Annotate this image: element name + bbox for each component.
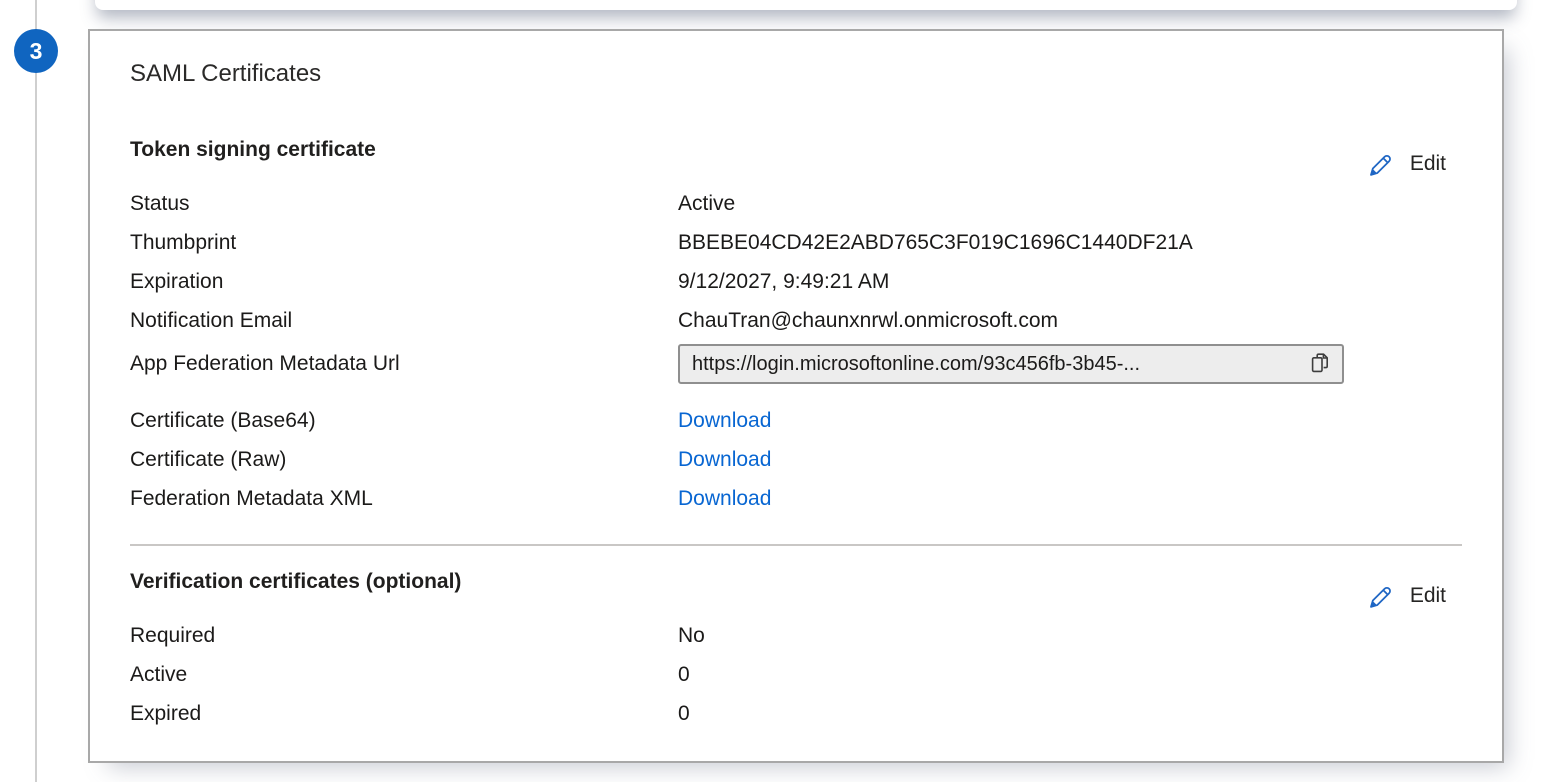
row-label: Expiration bbox=[130, 270, 678, 294]
pencil-icon bbox=[1367, 150, 1395, 178]
row-label: Notification Email bbox=[130, 309, 678, 333]
row-label: Federation Metadata XML bbox=[130, 487, 678, 511]
verification-certificates-section: Verification certificates (optional) Edi… bbox=[130, 568, 1462, 733]
table-row: Notification Email ChauTran@chaunxnrwl.o… bbox=[130, 301, 1462, 340]
table-row: Federation Metadata XML Download bbox=[130, 479, 1462, 518]
section-heading: Token signing certificate bbox=[130, 136, 1462, 163]
required-value: No bbox=[678, 624, 705, 648]
table-row: Expired 0 bbox=[130, 694, 1462, 733]
pencil-icon bbox=[1367, 582, 1395, 610]
row-label: Required bbox=[130, 624, 678, 648]
app-federation-metadata-url-box bbox=[678, 344, 1344, 384]
table-row: Expiration 9/12/2027, 9:49:21 AM bbox=[130, 262, 1462, 301]
row-label: Thumbprint bbox=[130, 231, 678, 255]
step-3-indicator: 3 bbox=[14, 29, 58, 73]
copy-url-button[interactable] bbox=[1306, 349, 1334, 380]
active-count-value: 0 bbox=[678, 663, 690, 687]
expired-count-value: 0 bbox=[678, 702, 690, 726]
download-certificate-raw-link[interactable]: Download bbox=[678, 448, 771, 472]
table-row: Required No bbox=[130, 616, 1462, 655]
row-label: Status bbox=[130, 192, 678, 216]
status-value: Active bbox=[678, 192, 735, 216]
row-label: Expired bbox=[130, 702, 678, 726]
download-certificate-base64-link[interactable]: Download bbox=[678, 409, 771, 433]
wizard-timeline-line bbox=[35, 0, 37, 782]
card-title: SAML Certificates bbox=[130, 59, 1462, 89]
table-row: Certificate (Base64) Download bbox=[130, 401, 1462, 440]
token-signing-certificate-section: Token signing certificate Edit Status Ac… bbox=[130, 136, 1462, 518]
edit-button-label: Edit bbox=[1410, 152, 1446, 176]
step-number: 3 bbox=[30, 38, 43, 65]
section-divider bbox=[130, 544, 1462, 546]
saml-certificates-card: SAML Certificates Token signing certific… bbox=[88, 29, 1504, 763]
previous-card-edge bbox=[95, 0, 1517, 10]
row-label: Certificate (Raw) bbox=[130, 448, 678, 472]
notification-email-value: ChauTran@chaunxnrwl.onmicrosoft.com bbox=[678, 309, 1058, 333]
table-row: Certificate (Raw) Download bbox=[130, 440, 1462, 479]
row-label: App Federation Metadata Url bbox=[130, 352, 678, 376]
download-federation-metadata-xml-link[interactable]: Download bbox=[678, 487, 771, 511]
table-row: Status Active bbox=[130, 184, 1462, 223]
thumbprint-value: BBEBE04CD42E2ABD765C3F019C1696C1440DF21A bbox=[678, 231, 1193, 255]
edit-verification-certificates-button[interactable]: Edit bbox=[1363, 580, 1450, 612]
row-label: Certificate (Base64) bbox=[130, 409, 678, 433]
copy-icon bbox=[1308, 351, 1332, 378]
table-row: Active 0 bbox=[130, 655, 1462, 694]
expiration-value: 9/12/2027, 9:49:21 AM bbox=[678, 270, 889, 294]
edit-token-signing-certificate-button[interactable]: Edit bbox=[1363, 148, 1450, 180]
edit-button-label: Edit bbox=[1410, 584, 1446, 608]
table-row: Thumbprint BBEBE04CD42E2ABD765C3F019C169… bbox=[130, 223, 1462, 262]
row-label: Active bbox=[130, 663, 678, 687]
table-row: App Federation Metadata Url bbox=[130, 340, 1462, 388]
app-federation-metadata-url-input[interactable] bbox=[692, 353, 1300, 376]
section-heading: Verification certificates (optional) bbox=[130, 568, 1462, 595]
